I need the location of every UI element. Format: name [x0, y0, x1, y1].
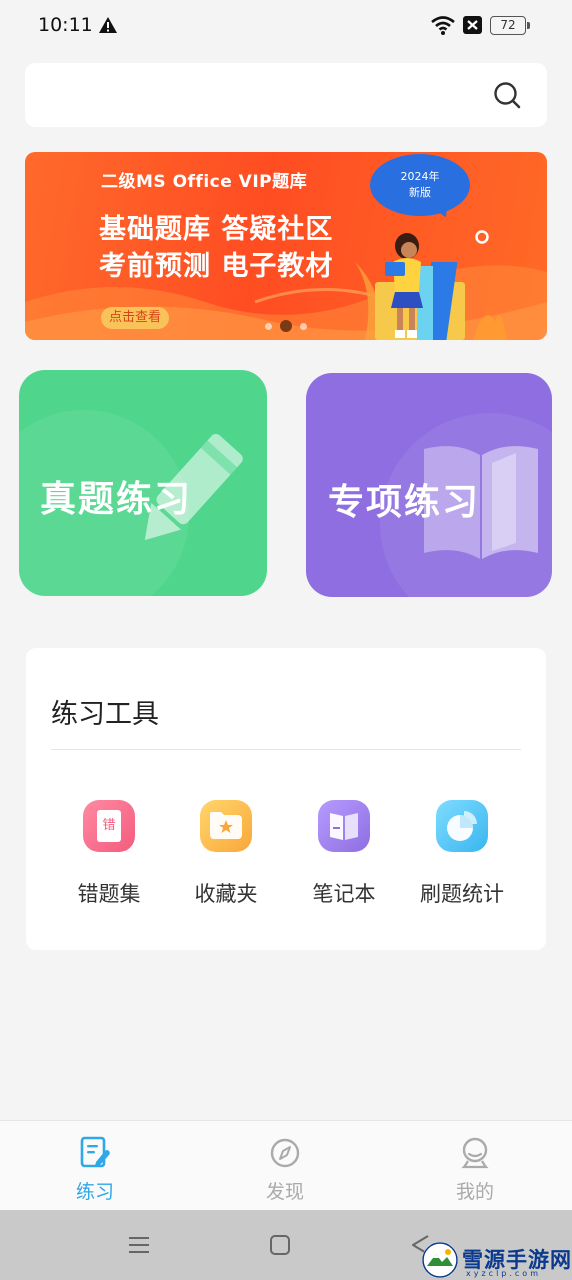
- real-exam-card[interactable]: 真题练习: [19, 370, 267, 596]
- promo-banner[interactable]: 二级MS Office VIP题库 基础题库 答疑社区 考前预测 电子教材 20…: [25, 152, 547, 340]
- alert-icon: [99, 17, 117, 33]
- divider: [51, 749, 521, 750]
- favorites-folder-icon: [200, 800, 252, 852]
- practice-tools-panel: 练习工具 错 错题集 收藏夹 笔记本 刷题统计: [26, 648, 546, 950]
- watermark: 雪源手游网 xyzclp.com: [420, 1242, 572, 1280]
- carousel-dot[interactable]: [265, 323, 272, 330]
- student-reading-illustration: [355, 233, 507, 340]
- menu-icon[interactable]: [126, 1232, 152, 1258]
- tool-mistakes[interactable]: 错 错题集: [49, 800, 169, 920]
- status-bar: 10:11 72: [0, 0, 572, 52]
- tool-label: 刷题统计: [420, 882, 504, 906]
- nav-discover[interactable]: 发现: [190, 1121, 380, 1211]
- watermark-sub: xyzclp.com: [466, 1269, 541, 1278]
- mistakes-glyph: 错: [97, 810, 121, 842]
- topic-practice-label: 专项练习: [328, 482, 481, 523]
- mistakes-book-icon: 错: [83, 800, 135, 852]
- carousel-dot-active[interactable]: [280, 320, 292, 332]
- view-details-button[interactable]: 点击查看: [101, 307, 170, 329]
- tool-label: 错题集: [77, 882, 141, 906]
- nav-label-profile: 我的: [455, 1181, 494, 1203]
- statistics-pie-icon: [436, 800, 488, 852]
- tool-notebook[interactable]: 笔记本: [284, 800, 404, 920]
- banner-headline-1: 基础题库 答疑社区: [99, 214, 334, 245]
- nav-profile[interactable]: 我的: [380, 1121, 570, 1211]
- status-time: 10:11: [38, 14, 93, 36]
- search-icon[interactable]: [493, 81, 521, 109]
- home-icon[interactable]: [267, 1232, 293, 1258]
- watermark-logo: [422, 1242, 458, 1278]
- nav-label-practice: 练习: [75, 1181, 114, 1203]
- carousel-indicator: [263, 320, 313, 332]
- nav-practice[interactable]: 练习: [0, 1121, 190, 1211]
- carousel-dot[interactable]: [300, 323, 307, 330]
- search-bar[interactable]: [25, 63, 547, 127]
- bottom-navigation: 练习 发现 我的: [0, 1120, 572, 1210]
- tool-label: 收藏夹: [194, 882, 258, 906]
- notebook-icon: [318, 800, 370, 852]
- wifi-icon: [431, 16, 455, 35]
- banner-headline-2: 考前预测 电子教材: [99, 251, 334, 282]
- tool-favorites[interactable]: 收藏夹: [166, 800, 286, 920]
- nav-label-discover: 发现: [265, 1181, 304, 1203]
- no-sim-icon: [463, 16, 482, 34]
- edition-label: 新版: [409, 186, 431, 199]
- tool-statistics[interactable]: 刷题统计: [402, 800, 522, 920]
- battery-indicator: 72: [490, 16, 530, 35]
- real-exam-label: 真题练习: [40, 479, 193, 520]
- tools-title: 练习工具: [51, 699, 159, 730]
- topic-practice-card[interactable]: 专项练习: [306, 373, 552, 597]
- compass-icon: [270, 1138, 300, 1168]
- edition-year: 2024年: [400, 170, 440, 183]
- profile-icon: [461, 1137, 489, 1169]
- tool-label: 笔记本: [312, 882, 376, 906]
- edition-bubble: 2024年 新版: [370, 154, 470, 216]
- practice-icon: [80, 1136, 110, 1168]
- banner-title: 二级MS Office VIP题库: [101, 172, 308, 192]
